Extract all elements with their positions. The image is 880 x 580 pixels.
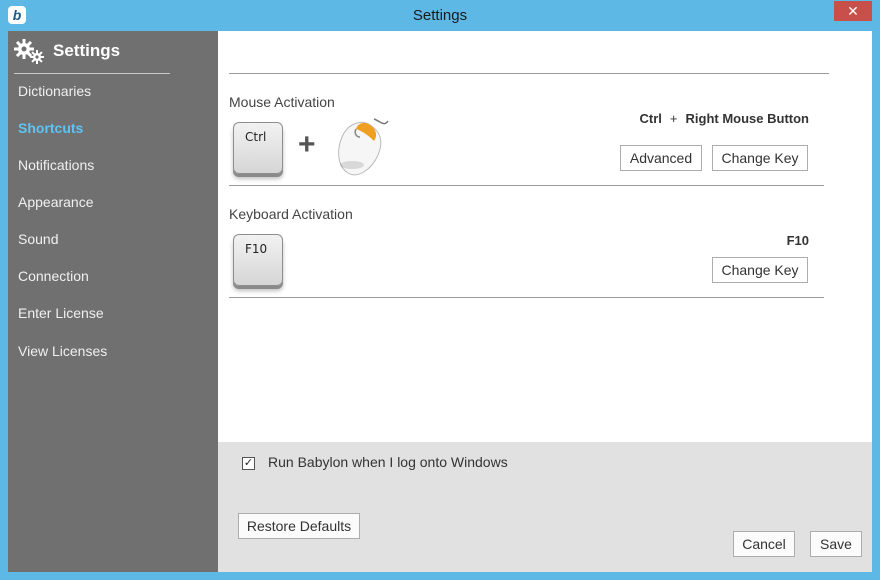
advanced-button[interactable]: Advanced (620, 145, 702, 171)
restore-defaults-button[interactable]: Restore Defaults (238, 513, 360, 539)
mouse-section-divider (229, 185, 824, 186)
title-bar: b Settings ✕ (0, 0, 880, 31)
sidebar-item-shortcuts[interactable]: Shortcuts (18, 120, 83, 136)
save-button[interactable]: Save (810, 531, 862, 557)
window-title: Settings (412, 7, 468, 24)
close-icon: ✕ (847, 3, 859, 19)
mouse-shortcut-key: Ctrl (639, 111, 662, 126)
sidebar-header: Settings (14, 38, 120, 64)
mouse-change-key-button[interactable]: Change Key (712, 145, 808, 171)
sidebar-item-dictionaries[interactable]: Dictionaries (18, 83, 91, 99)
ctrl-key-label: Ctrl (245, 130, 267, 144)
mouse-shortcut-button: Right Mouse Button (685, 111, 809, 126)
mouse-shortcut-plus: + (669, 111, 678, 126)
plus-sign: + (298, 128, 316, 161)
sidebar-divider (14, 73, 170, 74)
keyboard-change-key-button[interactable]: Change Key (712, 257, 808, 283)
window-client: Settings Dictionaries Shortcuts Notifica… (8, 31, 872, 572)
run-on-startup-checkbox[interactable]: ✓ (242, 457, 255, 470)
footer-panel: ✓ Run Babylon when I log onto Windows Re… (218, 442, 872, 572)
f10-key-icon: F10 (233, 234, 283, 286)
gear-icon (14, 38, 48, 64)
mouse-activation-label: Mouse Activation (229, 94, 335, 110)
sidebar: Settings Dictionaries Shortcuts Notifica… (8, 31, 218, 572)
sidebar-item-sound[interactable]: Sound (18, 231, 58, 247)
f10-key-label: F10 (245, 242, 268, 256)
sidebar-title: Settings (53, 41, 121, 60)
settings-window: b Settings ✕ Settings Dictionaries Short… (0, 0, 880, 580)
shortcuts-panel: Mouse Activation Ctrl + Ctrl + Right Mouse… (218, 31, 872, 442)
cancel-button[interactable]: Cancel (733, 531, 795, 557)
close-button[interactable]: ✕ (834, 1, 872, 21)
ctrl-key-icon: Ctrl (233, 122, 283, 174)
top-divider (229, 73, 829, 74)
sidebar-item-appearance[interactable]: Appearance (18, 194, 94, 210)
run-on-startup-label[interactable]: Run Babylon when I log onto Windows (268, 454, 508, 470)
sidebar-item-connection[interactable]: Connection (18, 268, 89, 284)
mouse-shortcut-display: Ctrl + Right Mouse Button (640, 111, 809, 126)
keyboard-shortcut-display: F10 (786, 233, 809, 248)
sidebar-item-view-licenses[interactable]: View Licenses (18, 343, 107, 359)
mouse-icon (330, 113, 394, 182)
sidebar-item-notifications[interactable]: Notifications (18, 157, 94, 173)
sidebar-item-enter-license[interactable]: Enter License (18, 305, 104, 321)
keyboard-activation-label: Keyboard Activation (229, 206, 353, 222)
keyboard-section-divider (229, 297, 824, 298)
